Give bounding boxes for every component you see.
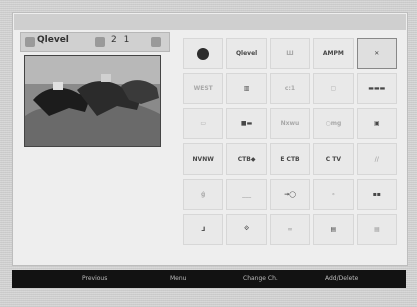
channel-tile-label: ▭ (200, 120, 207, 128)
channel-tile-label: →◯ (284, 190, 296, 198)
channel-tile-label: ▦ (373, 225, 380, 233)
channel-tile-label: ▥ (243, 85, 250, 93)
channel-tile[interactable]: ∞ (269, 213, 311, 245)
channel-tile-label: ∘ (331, 190, 336, 198)
channel-tile-label: AMPM (322, 50, 344, 58)
channel-tile-label: ǵ (201, 190, 206, 198)
channel-tile-label: ○mg (325, 120, 342, 128)
hint-label: Change Ch. (243, 275, 278, 282)
channel-tile[interactable]: NVNW (183, 143, 224, 175)
channel-tile[interactable]: ✕ (356, 38, 397, 70)
channel-tile-label: c:1 (284, 85, 296, 93)
channel-tile[interactable]: C TV (313, 143, 354, 175)
channel-tile[interactable]: ∘ (313, 178, 354, 210)
channel-tile[interactable]: CTB◆ (226, 143, 267, 175)
channel-right-icon (151, 37, 161, 47)
channel-tile[interactable]: ⟐ (226, 213, 267, 245)
channel-tile-label: WEST (193, 85, 213, 93)
channel-tile[interactable]: ▤ (313, 213, 354, 245)
channel-number: 2 1 (111, 35, 132, 45)
channel-tile[interactable]: ▬▬▬ (356, 73, 397, 105)
bottom-hint-bar: Previous Menu Change Ch. Add/Delete (12, 270, 406, 288)
channel-tile-label: ∞ (287, 225, 293, 233)
channel-tile-label: ✕ (374, 50, 380, 58)
channel-tile-label: // (374, 155, 379, 163)
round-logo-icon (197, 47, 210, 60)
channel-tile[interactable]: WEST (183, 73, 224, 105)
channel-tile[interactable]: ___ (226, 178, 267, 210)
channel-tile[interactable]: ▦ (356, 213, 397, 245)
hint-label: Menu (170, 275, 187, 282)
channel-left-icon (25, 37, 35, 47)
channel-tile-label: C TV (325, 155, 341, 163)
channel-tile-label: ▪▪ (372, 190, 381, 198)
channel-tile[interactable] (183, 38, 224, 70)
channel-tile[interactable]: E CTB (269, 143, 311, 175)
channel-tile-label: Ш (286, 50, 294, 58)
channel-tile-label: ▬▬▬ (368, 85, 386, 93)
live-preview (24, 55, 161, 147)
channel-tile[interactable]: Qlevel (226, 38, 267, 70)
channel-tile-label: ___ (242, 190, 252, 198)
channel-middle-icon (95, 37, 105, 47)
channel-tile[interactable]: AMPM (313, 38, 354, 70)
hint-label: Add/Delete (325, 275, 359, 282)
channel-tile[interactable]: ▢ (313, 73, 354, 105)
channel-tile[interactable]: →◯ (269, 178, 311, 210)
channel-tile[interactable]: ▥ (226, 73, 267, 105)
channel-tile[interactable]: Nxwu (269, 108, 311, 140)
channel-tile-label: ▤ (330, 225, 337, 233)
channel-tile[interactable]: ▣ (356, 108, 397, 140)
channel-tile[interactable]: ■▬ (226, 108, 267, 140)
channel-grid: Qlevel Ш AMPM ✕ WEST ▥ c:1 ▢ ▬▬▬ ▭ ■▬ Nxwu ○mg ▣ NVNW C… (183, 38, 397, 245)
horse-race-image (25, 56, 160, 146)
channel-tile-label: Nxwu (280, 120, 300, 128)
channel-tile-label: ⅃ (201, 225, 206, 233)
channel-tile[interactable]: Ш (269, 38, 311, 70)
channel-tile[interactable]: ⅃ (183, 213, 224, 245)
channel-tile[interactable]: // (356, 143, 397, 175)
channel-tile-label: CTB◆ (237, 155, 256, 163)
channel-tile-label: ⟐ (244, 225, 249, 233)
channel-tile-label: ▣ (373, 120, 380, 128)
channel-info-box: Qlevel 2 1 (20, 32, 170, 52)
top-strip (14, 14, 406, 30)
channel-tile[interactable]: ▭ (183, 108, 224, 140)
channel-tile[interactable]: ǵ (183, 178, 224, 210)
channel-tile[interactable]: ○mg (313, 108, 354, 140)
channel-tile[interactable]: c:1 (269, 73, 311, 105)
hint-label: Previous (82, 275, 108, 282)
channel-tile-label: Qlevel (235, 50, 258, 58)
channel-tile-label: E CTB (280, 155, 300, 163)
channel-tile-label: NVNW (192, 155, 214, 163)
channel-tile-label: ■▬ (240, 120, 253, 128)
channel-tile-label: ▢ (330, 85, 337, 93)
channel-logo-text: Qlevel (37, 35, 69, 45)
channel-tile[interactable]: ▪▪ (356, 178, 397, 210)
